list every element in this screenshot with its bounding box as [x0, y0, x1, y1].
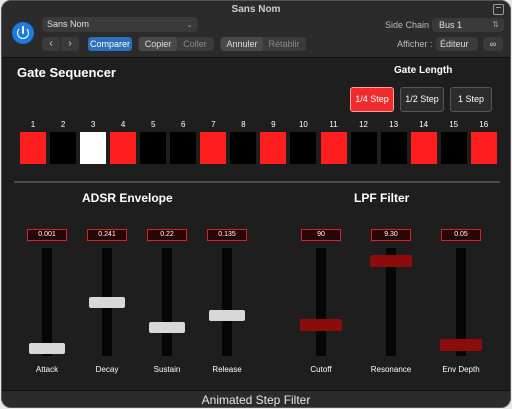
step-toggle-12[interactable]	[350, 132, 377, 164]
release-slider-track[interactable]	[222, 248, 232, 356]
plugin-header: Sans Nom Sans Nom ⌄ ‹ › Comparer Copier …	[2, 1, 510, 58]
step-toggle-1[interactable]	[20, 132, 46, 164]
preset-dropdown[interactable]: Sans Nom ⌄	[42, 17, 198, 32]
sustain-slider-thumb[interactable]	[149, 321, 185, 333]
lpf-title: LPF Filter	[354, 191, 410, 205]
next-preset-button[interactable]: ›	[61, 37, 79, 51]
side-chain-label: Side Chain :	[385, 20, 435, 30]
step-number-7: 7	[211, 120, 216, 129]
step-toggle-8[interactable]	[230, 132, 257, 164]
side-chain-select[interactable]: Bus 1 ⇅	[432, 18, 504, 32]
step-number-9: 9	[271, 120, 276, 129]
window-title: Sans Nom	[231, 4, 281, 15]
step-toggle-11[interactable]	[320, 132, 347, 164]
resonance-label: Resonance	[370, 365, 412, 374]
step-toggle-4[interactable]	[110, 132, 137, 164]
view-label: Afficher :	[397, 39, 433, 49]
section-divider	[14, 181, 500, 183]
cutoff-slider-thumb[interactable]	[300, 319, 342, 332]
resonance-value: 9.30	[371, 229, 411, 241]
plugin-window: Sans Nom Sans Nom ⌄ ‹ › Comparer Copier …	[1, 0, 511, 408]
step-number-2: 2	[60, 120, 66, 129]
gate-sequencer-title: Gate Sequencer	[17, 65, 116, 80]
step-toggle-10[interactable]	[290, 132, 317, 164]
step-number-11: 11	[329, 120, 338, 129]
gate-length-title: Gate Length	[394, 65, 453, 76]
step-number-15: 15	[449, 120, 459, 129]
step-number-5: 5	[150, 120, 156, 129]
step-number-14: 14	[419, 120, 429, 129]
step-toggle-16[interactable]	[470, 132, 497, 164]
decay-label: Decay	[95, 365, 119, 374]
link-button[interactable]: ∞	[483, 37, 503, 51]
gate-length-quarter-button[interactable]: 1/4 Step	[350, 87, 394, 112]
side-chain-value: Bus 1	[439, 20, 463, 30]
step-toggle-15[interactable]	[440, 132, 467, 164]
env-depth-slider-thumb[interactable]	[440, 339, 482, 352]
cutoff-label: Cutoff	[310, 365, 332, 374]
cutoff-slider-track[interactable]	[316, 248, 326, 356]
step-number-1: 1	[30, 120, 36, 129]
adsr-title: ADSR Envelope	[82, 191, 173, 205]
decay-value: 0.241	[87, 229, 127, 241]
step-toggle-14[interactable]	[410, 132, 437, 164]
compare-button[interactable]: Comparer	[88, 37, 132, 51]
step-toggle-3[interactable]	[80, 132, 107, 164]
view-value: Éditeur	[440, 39, 469, 49]
sustain-slider-track[interactable]	[162, 248, 172, 356]
link-icon: ∞	[489, 39, 497, 49]
paste-button[interactable]: Coller	[178, 37, 212, 51]
env-depth-label: Env Depth	[442, 365, 480, 374]
step-number-8: 8	[241, 120, 246, 129]
step-number-4: 4	[120, 120, 126, 129]
step-number-16: 16	[479, 120, 489, 129]
sustain-value: 0.22	[147, 229, 187, 241]
attack-slider-track[interactable]	[42, 248, 52, 356]
cutoff-value: 90	[301, 229, 341, 241]
release-slider-thumb[interactable]	[209, 310, 245, 322]
attack-value: 0.001	[27, 229, 67, 241]
step-number-13: 13	[389, 120, 399, 129]
step-toggle-5[interactable]	[140, 132, 167, 164]
step-toggle-2[interactable]	[50, 132, 77, 164]
gate-length-full-button[interactable]: 1 Step	[450, 87, 492, 112]
footer-title: Animated Step Filter	[2, 390, 510, 407]
attack-label: Attack	[35, 365, 59, 374]
step-toggle-9[interactable]	[260, 132, 287, 164]
copy-button[interactable]: Copier	[139, 37, 177, 51]
window-resize-icon[interactable]	[493, 4, 504, 15]
step-toggle-7[interactable]	[200, 132, 227, 164]
previous-preset-button[interactable]: ‹	[42, 37, 60, 51]
decay-slider-thumb[interactable]	[89, 296, 125, 308]
attack-slider-thumb[interactable]	[29, 343, 65, 355]
release-label: Release	[212, 365, 242, 374]
undo-button[interactable]: Annuler	[221, 37, 263, 51]
release-value: 0.135	[207, 229, 247, 241]
chevron-updown-icon: ⇅	[492, 20, 499, 29]
sustain-label: Sustain	[153, 365, 181, 374]
env-depth-value: 0.05	[441, 229, 481, 241]
step-number-3: 3	[90, 120, 96, 129]
step-number-6: 6	[181, 120, 186, 129]
step-toggle-13[interactable]	[380, 132, 407, 164]
redo-button[interactable]: Rétablir	[264, 37, 304, 51]
step-number-12: 12	[359, 120, 368, 129]
step-number-10: 10	[298, 120, 308, 129]
preset-name: Sans Nom	[47, 19, 90, 29]
step-toggle-6[interactable]	[170, 132, 197, 164]
resonance-slider-thumb[interactable]	[370, 254, 412, 267]
gate-length-half-button[interactable]: 1/2 Step	[400, 87, 444, 112]
view-select[interactable]: Éditeur	[436, 37, 478, 51]
chevron-down-icon: ⌄	[186, 20, 193, 29]
power-button[interactable]	[12, 22, 34, 44]
